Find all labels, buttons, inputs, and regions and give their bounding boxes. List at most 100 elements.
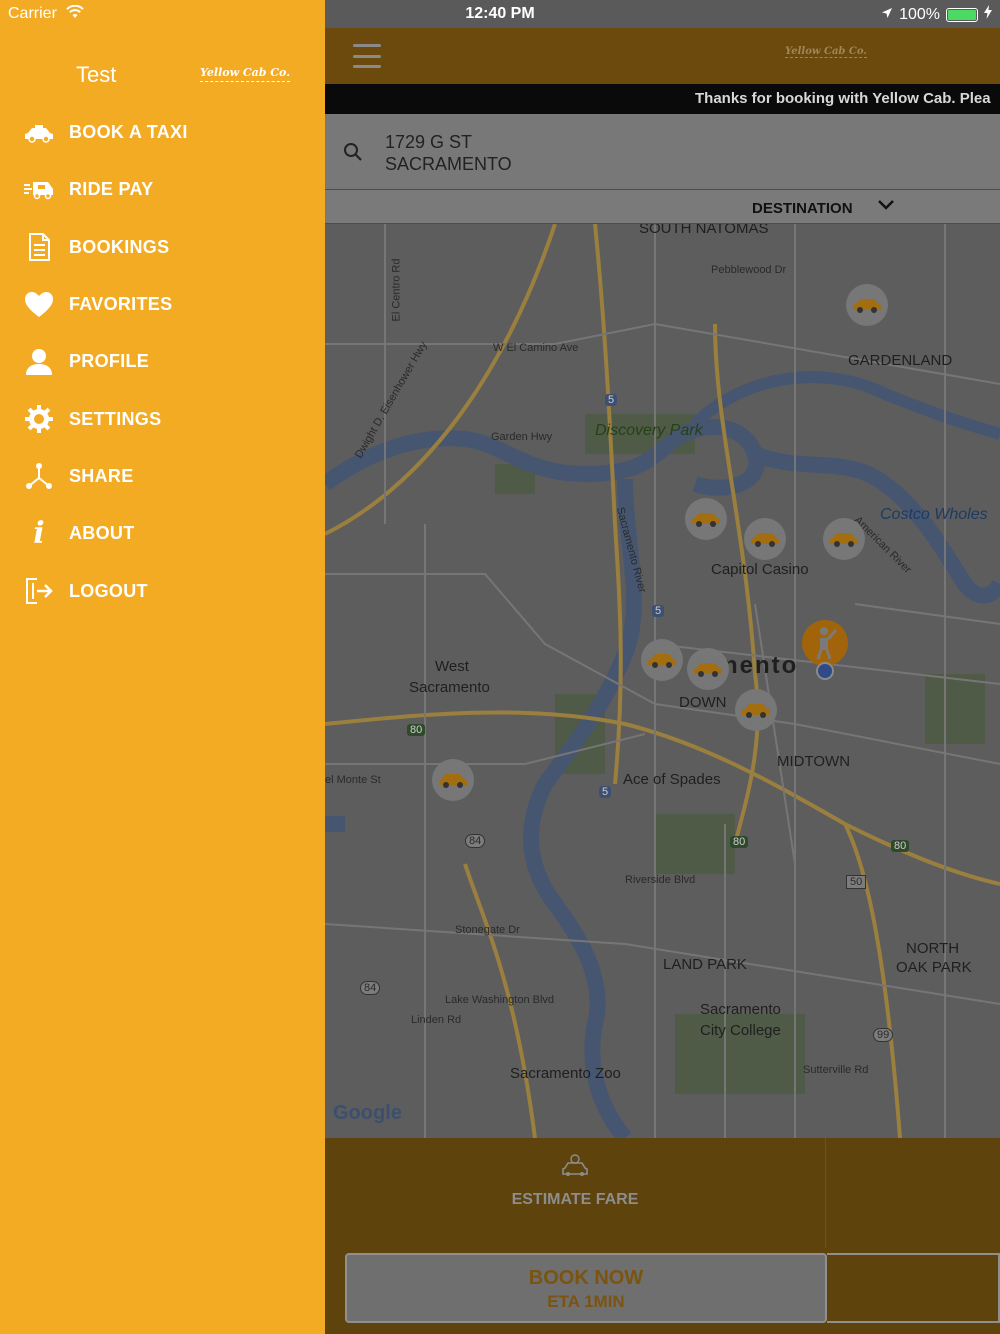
menu-label: SHARE bbox=[69, 465, 134, 486]
menu-item-profile[interactable]: PROFILE bbox=[0, 333, 325, 390]
google-logo-text: Google bbox=[333, 1102, 402, 1124]
menu-label: SETTINGS bbox=[69, 408, 162, 429]
shield-i5: 5 bbox=[605, 394, 618, 406]
map-label-capitol-casino: Capitol Casino bbox=[711, 561, 809, 578]
map-label-el-centro: El Centro Rd bbox=[390, 258, 403, 322]
map-label-costco: Costco Wholes bbox=[880, 506, 988, 523]
map-label-sutterville: Sutterville Rd bbox=[803, 1064, 869, 1076]
pickup-location-marker[interactable] bbox=[802, 620, 848, 666]
map-label-w-el-camino: W El Camino Ave bbox=[493, 342, 579, 354]
chevron-down-icon bbox=[877, 198, 895, 217]
ticker-text: Thanks for booking with Yellow Cab. Plea bbox=[695, 90, 991, 107]
info-icon: i bbox=[33, 515, 45, 551]
map-label-stonegate: Stonegate Dr bbox=[455, 924, 520, 936]
map-label-downtown: DOWN bbox=[679, 694, 727, 711]
map-label-city-college-1: Sacramento bbox=[700, 1001, 781, 1018]
top-bar: Yellow Cab Co. bbox=[325, 28, 1000, 84]
map-label-discovery-park: Discovery Park bbox=[595, 422, 703, 439]
map-label-west-sacramento-2: Sacramento bbox=[409, 679, 490, 696]
waving-person-icon bbox=[816, 627, 838, 660]
fare-calculator-icon bbox=[561, 1154, 589, 1182]
menu-item-bookings[interactable]: BOOKINGS bbox=[0, 219, 325, 276]
map-label-sacramento-zoo: Sacramento Zoo bbox=[510, 1065, 621, 1082]
pickup-search[interactable]: 1729 G ST SACRAMENTO bbox=[325, 114, 1000, 190]
taxi-marker[interactable] bbox=[432, 759, 474, 801]
book-now-label: BOOK NOW bbox=[528, 1267, 644, 1289]
shield-hwy99: 99 bbox=[873, 1028, 894, 1042]
share-icon bbox=[24, 461, 54, 491]
destination-label: DESTINATION bbox=[752, 200, 853, 217]
shield-i5: 5 bbox=[599, 786, 612, 798]
map-label-west-sacramento-1: West bbox=[435, 658, 469, 675]
map-label-gardenland: GARDENLAND bbox=[848, 352, 953, 369]
person-icon bbox=[24, 347, 54, 377]
menu-label: LOGOUT bbox=[69, 580, 148, 601]
book-now-button[interactable]: BOOK NOW ETA 1MIN bbox=[345, 1253, 827, 1323]
menu-item-about[interactable]: i ABOUT bbox=[0, 505, 325, 562]
panel-divider bbox=[825, 1138, 826, 1248]
menu-label: BOOK A TAXI bbox=[69, 122, 188, 143]
google-logo: Google bbox=[333, 1102, 402, 1125]
map-label-garden-hwy: Garden Hwy bbox=[491, 431, 553, 443]
menu-item-settings[interactable]: SETTINGS bbox=[0, 390, 325, 447]
shield-hwy84: 84 bbox=[465, 834, 486, 848]
map-label-midtown: MIDTOWN bbox=[777, 753, 851, 770]
menu-item-favorites[interactable]: FAVORITES bbox=[0, 276, 325, 333]
taxi-marker[interactable] bbox=[735, 689, 777, 731]
shield-i5: 5 bbox=[652, 605, 665, 617]
logout-icon bbox=[24, 576, 54, 606]
taxi-marker[interactable] bbox=[823, 518, 865, 560]
taxi-marker[interactable] bbox=[744, 518, 786, 560]
menu-item-logout[interactable]: LOGOUT bbox=[0, 562, 325, 619]
menu-item-share[interactable]: SHARE bbox=[0, 448, 325, 505]
booking-ticker: Thanks for booking with Yellow Cab. Plea bbox=[325, 84, 1000, 114]
drawer-menu: BOOK A TAXI RIDE PAY BOOKINGS FAVORITES … bbox=[0, 104, 325, 620]
menu-label: FAVORITES bbox=[69, 294, 173, 315]
search-icon bbox=[343, 142, 363, 167]
menu-label: ABOUT bbox=[69, 523, 135, 544]
book-later-button[interactable] bbox=[827, 1253, 1000, 1323]
menu-item-ride-pay[interactable]: RIDE PAY bbox=[0, 161, 325, 218]
menu-label: PROFILE bbox=[69, 351, 150, 372]
map-view[interactable]: SOUTH NATOMAS GARDENLAND Discovery Park … bbox=[325, 224, 1000, 1138]
shield-i80: 80 bbox=[407, 724, 426, 736]
map-label-lake-washington: Lake Washington Blvd bbox=[445, 994, 555, 1006]
battery-percent: 100% bbox=[899, 5, 940, 23]
taxi-marker[interactable] bbox=[641, 639, 683, 681]
taxi-marker[interactable] bbox=[685, 498, 727, 540]
current-location-dot bbox=[816, 662, 834, 680]
user-name: Test bbox=[76, 62, 117, 87]
main-screen[interactable]: Yellow Cab Co. Thanks for booking with Y… bbox=[325, 0, 1000, 1334]
menu-label: BOOKINGS bbox=[69, 236, 170, 257]
menu-item-book-a-taxi[interactable]: BOOK A TAXI bbox=[0, 104, 325, 161]
status-bar: Carrier 12:40 PM 100% bbox=[0, 0, 1000, 28]
map-label-sacramento: nento bbox=[723, 652, 799, 679]
hamburger-menu-icon[interactable] bbox=[353, 42, 381, 70]
map-label-linden: Linden Rd bbox=[411, 1014, 462, 1026]
map-label-riverside: Riverside Blvd bbox=[625, 874, 696, 886]
taxi-marker[interactable] bbox=[846, 284, 888, 326]
destination-dropdown[interactable]: DESTINATION bbox=[325, 190, 1000, 224]
map-label-south-natomas: SOUTH NATOMAS bbox=[639, 224, 769, 237]
shield-hwy84: 84 bbox=[360, 981, 381, 995]
shield-us50: 50 bbox=[846, 875, 867, 889]
shield-i80: 80 bbox=[891, 840, 910, 852]
map-label-el-monte: el Monte St bbox=[325, 774, 381, 786]
map-label-ace-of-spades: Ace of Spades bbox=[623, 771, 721, 788]
heart-icon bbox=[24, 290, 54, 320]
brand-logo: Yellow Cab Co. bbox=[785, 46, 867, 58]
shield-i80: 80 bbox=[730, 836, 749, 848]
ride-pay-icon bbox=[24, 175, 54, 205]
clock: 12:40 PM bbox=[465, 5, 535, 22]
pickup-address-line1: 1729 G ST bbox=[385, 132, 473, 152]
map-label-north-oak-park-1: NORTH bbox=[906, 940, 960, 957]
gear-icon bbox=[24, 404, 54, 434]
estimate-fare-button[interactable]: ESTIMATE FARE bbox=[495, 1154, 655, 1209]
taxi-marker[interactable] bbox=[687, 648, 729, 690]
map-label-land-park: LAND PARK bbox=[663, 956, 747, 973]
charging-icon bbox=[984, 5, 992, 24]
location-arrow-icon bbox=[881, 6, 893, 24]
pickup-address-line2: SACRAMENTO bbox=[385, 154, 512, 174]
battery-icon bbox=[946, 7, 978, 22]
brand-logo: Yellow Cab Co. bbox=[200, 66, 291, 82]
